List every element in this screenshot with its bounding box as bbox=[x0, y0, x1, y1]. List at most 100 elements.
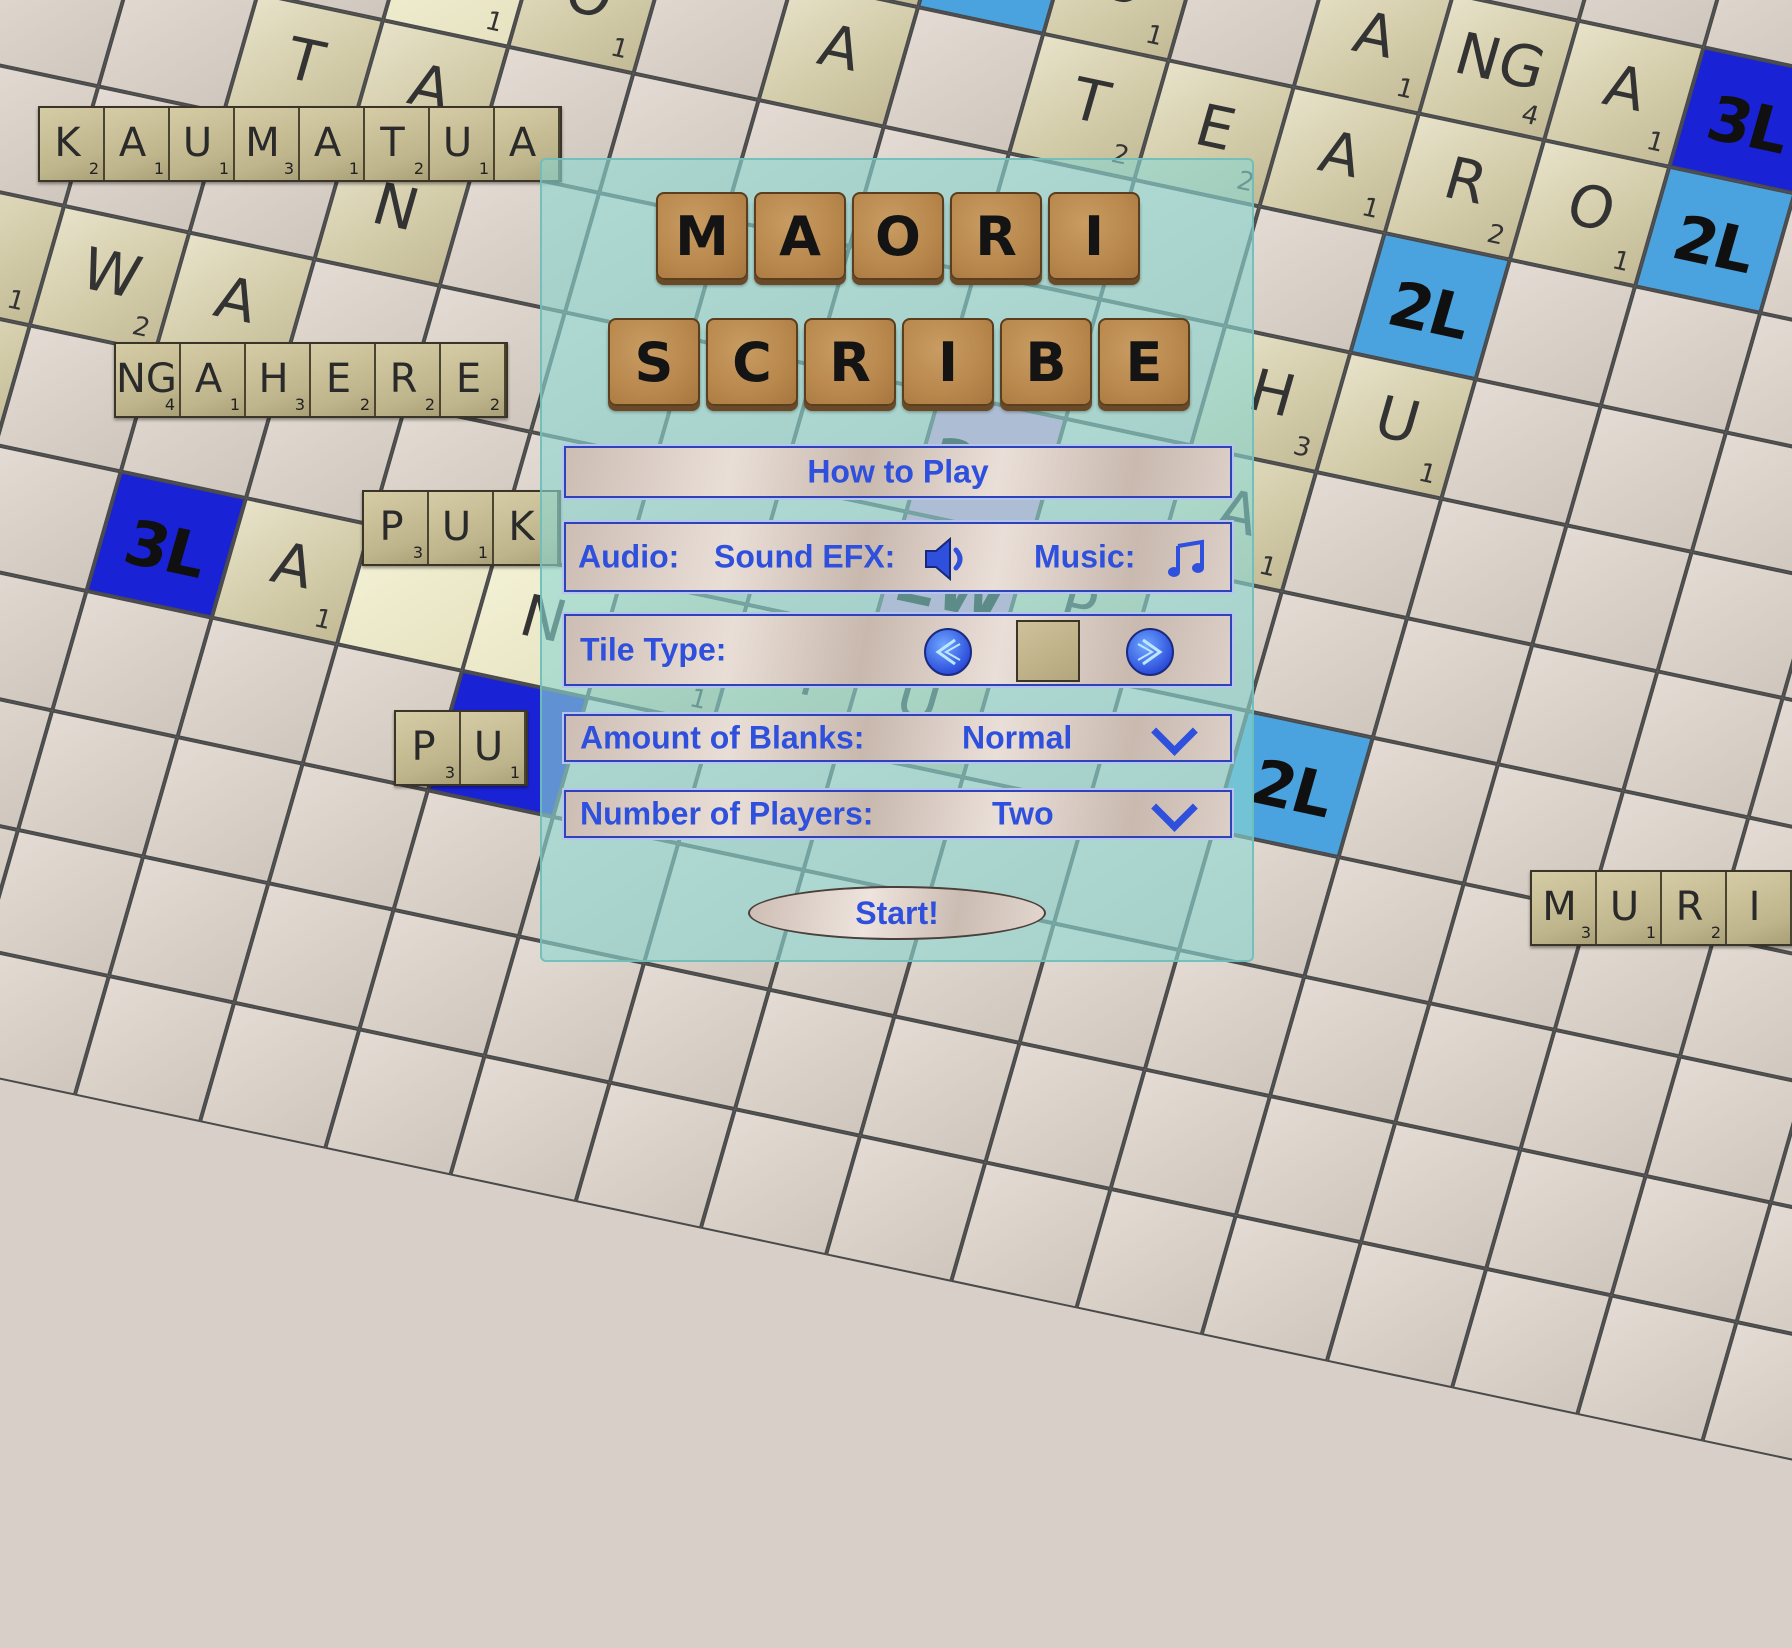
strip-tile-score: 2 bbox=[413, 159, 424, 178]
tile-score: 1 bbox=[1255, 550, 1281, 584]
tile-score: 1 bbox=[310, 603, 336, 636]
title-tile: O bbox=[852, 192, 944, 280]
tile-score: 1 bbox=[1358, 192, 1383, 225]
strip-tile: U1 bbox=[1597, 872, 1662, 944]
strip-tile-score: 3 bbox=[283, 159, 294, 178]
strip-tile-score: 1 bbox=[509, 763, 520, 782]
tile-letter: A bbox=[264, 528, 322, 603]
tile-score: 1 bbox=[1643, 126, 1668, 159]
speaker-icon[interactable] bbox=[922, 536, 970, 582]
strip-tile-score: 4 bbox=[164, 395, 175, 414]
strip-tile: U1 bbox=[430, 108, 495, 180]
strip-tile-letter: A bbox=[313, 120, 342, 166]
tile-score: 2 bbox=[1483, 219, 1509, 252]
strip-tile-letter: E bbox=[455, 356, 482, 402]
sound-efx-label: Sound EFX: bbox=[714, 538, 896, 575]
strip-tile-letter: NG bbox=[116, 356, 177, 402]
strip-tile-letter: P bbox=[411, 724, 436, 770]
strip-tile: U1 bbox=[170, 108, 235, 180]
strip-tile-score: 3 bbox=[412, 543, 423, 562]
players-value: Two bbox=[992, 795, 1054, 832]
strip-tile-score: 1 bbox=[218, 159, 229, 178]
how-to-play-label: How to Play bbox=[807, 453, 989, 490]
strip-tile-score: 3 bbox=[444, 763, 455, 782]
strip-tile: E2 bbox=[311, 344, 376, 416]
tile-score: 2 bbox=[128, 311, 154, 344]
tile-letter: A bbox=[811, 10, 869, 85]
blanks-value: Normal bbox=[962, 719, 1073, 756]
strip-tile-score: 2 bbox=[489, 395, 500, 414]
strip-tile: A1 bbox=[181, 344, 246, 416]
tile-score: 3 bbox=[1289, 431, 1315, 464]
strip-tile: E2 bbox=[441, 344, 506, 416]
strip-tile-letter: A bbox=[194, 356, 223, 402]
tile-letter: A bbox=[1596, 51, 1655, 125]
tile-letter: O bbox=[520, 0, 660, 40]
strip-tile-letter: R bbox=[389, 356, 418, 402]
blanks-dropdown[interactable]: Amount of Blanks: Normal bbox=[562, 709, 1234, 764]
tile-score: 1 bbox=[3, 284, 29, 318]
tile-score: 1 bbox=[1392, 72, 1418, 106]
premium-label: 3L bbox=[1699, 81, 1792, 169]
how-to-play-button[interactable]: How to Play bbox=[562, 444, 1234, 500]
strip-tile: R2 bbox=[1662, 872, 1727, 944]
blanks-label: Amount of Blanks: bbox=[580, 719, 865, 756]
tile-type-row: Tile Type: bbox=[562, 612, 1234, 688]
arrow-left-icon[interactable] bbox=[924, 628, 972, 676]
strip-tile-score: 1 bbox=[229, 395, 240, 414]
strip-tile: A1 bbox=[105, 108, 170, 180]
players-dropdown[interactable]: Number of Players: Two bbox=[562, 785, 1234, 840]
title-tile: I bbox=[1048, 192, 1140, 280]
premium-label: 2L bbox=[1380, 267, 1478, 354]
strip-tile: NG 4 bbox=[116, 344, 181, 416]
word-strip-kaumatua: K2A1U1M3A1T2U1A bbox=[38, 106, 562, 182]
tile-type-label: Tile Type: bbox=[580, 631, 727, 668]
players-label: Number of Players: bbox=[580, 795, 874, 832]
premium-label: 3L bbox=[116, 505, 214, 593]
title-tile: B bbox=[1000, 318, 1092, 406]
strip-tile-score: 2 bbox=[88, 159, 99, 178]
tile-score: 1 bbox=[607, 32, 632, 66]
strip-tile-letter: U bbox=[473, 724, 504, 770]
strip-tile-letter: A bbox=[118, 120, 147, 166]
tile-letter: A bbox=[1346, 0, 1404, 72]
tile-letter: T bbox=[278, 24, 332, 98]
strip-tile-letter: M bbox=[1542, 884, 1577, 930]
word-strip-pu: P3U1 bbox=[394, 710, 528, 786]
strip-tile-score: 1 bbox=[478, 159, 489, 178]
strip-tile-score: 1 bbox=[153, 159, 164, 178]
strip-tile: K2 bbox=[40, 108, 105, 180]
chevron-down-icon bbox=[1151, 709, 1198, 756]
tile-letter: T bbox=[1063, 64, 1118, 138]
strip-tile-letter: T bbox=[380, 120, 405, 166]
music-note-icon[interactable] bbox=[1166, 538, 1208, 580]
title-tile: C bbox=[706, 318, 798, 406]
strip-tile-score: 1 bbox=[1645, 923, 1656, 942]
word-strip-ngahere: NG 4 A 1 H 3 E 2 R 2 E 2 bbox=[114, 342, 508, 418]
tile-score: 1 bbox=[1415, 458, 1440, 491]
music-label: Music: bbox=[1034, 538, 1136, 575]
strip-tile-letter: K bbox=[54, 120, 81, 166]
tile-letter: W bbox=[73, 234, 149, 312]
audio-row: Audio: Sound EFX: Music: bbox=[562, 520, 1234, 594]
arrow-right-icon[interactable] bbox=[1126, 628, 1174, 676]
start-button[interactable]: Start! bbox=[748, 886, 1046, 940]
strip-tile: P3 bbox=[364, 492, 429, 564]
title-tile: A bbox=[754, 192, 846, 280]
strip-tile-letter: U bbox=[441, 504, 472, 550]
strip-tile-letter: U bbox=[442, 120, 473, 166]
strip-tile: M3 bbox=[1532, 872, 1597, 944]
strip-tile: U1 bbox=[429, 492, 494, 564]
tile-letter: U bbox=[1367, 382, 1428, 457]
word-strip-puk: P3U1K bbox=[362, 490, 561, 566]
title-tile: S bbox=[608, 318, 700, 406]
premium-label: 2L bbox=[926, 0, 1067, 13]
title-tile: M bbox=[656, 192, 748, 280]
chevron-down-icon bbox=[1151, 785, 1198, 832]
premium-label: 2L bbox=[1664, 200, 1763, 288]
word-strip-muri: M3U1R2I bbox=[1530, 870, 1792, 946]
title-tile: E bbox=[1098, 318, 1190, 406]
strip-tile-letter: H bbox=[258, 356, 289, 402]
strip-tile-score: 1 bbox=[348, 159, 359, 178]
strip-tile: A1 bbox=[300, 108, 365, 180]
